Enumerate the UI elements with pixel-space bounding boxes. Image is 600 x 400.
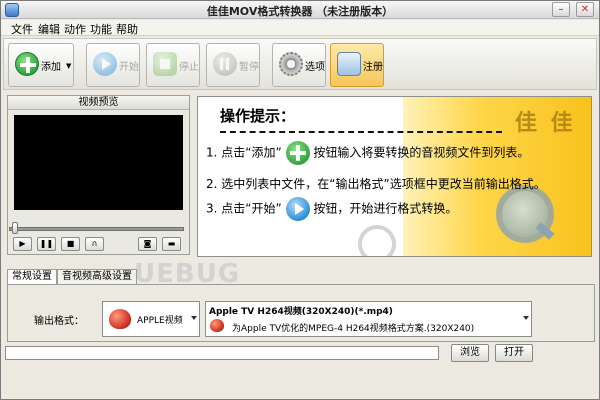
play-icon: [285, 197, 310, 221]
output-format-select[interactable]: Apple TV H264视频(320X240)(*.mp4) 为Apple T…: [205, 301, 532, 337]
app-window: 佳佳MOV格式转换器 （未注册版本） – ✕ 文件 编辑 动作 功能 帮助 添加…: [0, 0, 600, 400]
hint-divider: [220, 131, 502, 133]
headphones-icon: ∩: [91, 239, 98, 248]
title-bar: 佳佳MOV格式转换器 （未注册版本） – ✕: [1, 1, 599, 19]
seek-bar[interactable]: [9, 227, 184, 231]
stop-small-icon: ■: [66, 239, 75, 248]
output-format-label: 输出格式：: [34, 316, 84, 327]
hint-step-1-suffix: 按钮输入将要转换的音视频文件到列表。: [313, 145, 530, 160]
video-preview-screen: [14, 115, 183, 210]
options-label: 选项: [305, 62, 325, 73]
hint-step-2: 2. 选中列表中文件，在“输出格式”选项框中更改当前输出格式。: [206, 177, 546, 191]
format-category-value: APPLE视频: [137, 316, 183, 326]
start-label: 开始: [119, 62, 139, 73]
pause-button[interactable]: 暂停: [206, 43, 260, 87]
plus-icon: [285, 141, 310, 165]
start-button[interactable]: 开始: [86, 43, 140, 87]
gear-icon: [279, 52, 303, 76]
play-small-icon: ▶: [19, 239, 26, 248]
add-label: 添加: [41, 62, 61, 73]
hint-step-1-prefix: 1. 点击“添加”: [206, 145, 282, 160]
stop-icon: [153, 52, 177, 76]
close-button[interactable]: ✕: [576, 2, 594, 17]
camera-icon: ◙: [143, 239, 152, 248]
settings-tabs: 常规设置 音视频高级设置: [7, 269, 595, 286]
play-control-button[interactable]: ▶: [13, 237, 32, 251]
window-title: 佳佳MOV格式转换器 （未注册版本）: [206, 5, 394, 18]
pause-icon: [213, 52, 237, 76]
register-button[interactable]: 注册: [330, 43, 384, 87]
volume-control-button[interactable]: ∩: [85, 237, 104, 251]
format-category-select[interactable]: APPLE视频: [102, 301, 200, 337]
menu-help[interactable]: 帮助: [116, 21, 138, 37]
preview-panel: 视频预览: [7, 95, 190, 255]
plus-icon: [15, 52, 39, 76]
stop-label: 停止: [179, 62, 199, 73]
menu-action[interactable]: 动作: [64, 21, 86, 37]
tab-advanced[interactable]: 音视频高级设置: [57, 269, 137, 285]
pause-label: 暂停: [239, 62, 259, 73]
menu-edit[interactable]: 编辑: [38, 21, 60, 37]
format-title: Apple TV H264视频(320X240)(*.mp4): [209, 307, 393, 317]
browse-button[interactable]: 浏览: [451, 344, 489, 362]
output-path-field[interactable]: [5, 346, 439, 360]
folder-icon: ▬: [167, 239, 176, 248]
open-folder-button[interactable]: ▬: [162, 237, 181, 251]
hint-step-3-prefix: 3. 点击“开始”: [206, 201, 282, 216]
hint-panel: 佳 佳 操作提示： 1. 点击“添加” 按钮输入将要转换的音视频文件到列表。 2…: [197, 96, 592, 257]
apple-icon: [210, 319, 224, 332]
format-description: 为Apple TV优化的MPEG-4 H264视频格式方案.(320X240): [232, 324, 475, 334]
minimize-button[interactable]: –: [552, 2, 570, 17]
apple-icon: [109, 309, 131, 329]
seek-thumb[interactable]: [12, 222, 18, 234]
open-button[interactable]: 打开: [495, 344, 533, 362]
brand-logo: 佳 佳: [515, 111, 576, 136]
snapshot-button[interactable]: ◙: [138, 237, 157, 251]
chevron-down-icon: [191, 316, 197, 320]
pause-control-button[interactable]: ❚❚: [37, 237, 56, 251]
basket-icon: [337, 52, 361, 76]
hint-step-3-suffix: 按钮，开始进行格式转换。: [313, 201, 458, 216]
menu-bar: 文件 编辑 动作 功能 帮助: [1, 20, 599, 36]
menu-file[interactable]: 文件: [11, 21, 33, 37]
preview-header: 视频预览: [8, 96, 189, 110]
status-bar: [1, 365, 599, 399]
chevron-down-icon: [523, 316, 529, 320]
stop-control-button[interactable]: ■: [61, 237, 80, 251]
dropdown-arrow-icon[interactable]: ▼: [66, 62, 71, 70]
register-label: 注册: [363, 62, 383, 73]
options-button[interactable]: 选项: [272, 43, 326, 87]
stop-button[interactable]: 停止: [146, 43, 200, 87]
pause-small-icon: ❚❚: [39, 239, 54, 248]
hint-step-3: 3. 点击“开始” 按钮，开始进行格式转换。: [206, 197, 457, 221]
hint-step-1: 1. 点击“添加” 按钮输入将要转换的音视频文件到列表。: [206, 141, 529, 165]
toolbar: 添加 ▼ 开始 停止 暂停 选项 注册: [3, 38, 597, 90]
add-button[interactable]: 添加 ▼: [8, 43, 74, 87]
film-reel-icon: [358, 225, 396, 256]
hint-title: 操作提示：: [220, 107, 296, 125]
play-icon: [93, 52, 117, 76]
menu-function[interactable]: 功能: [90, 21, 112, 37]
